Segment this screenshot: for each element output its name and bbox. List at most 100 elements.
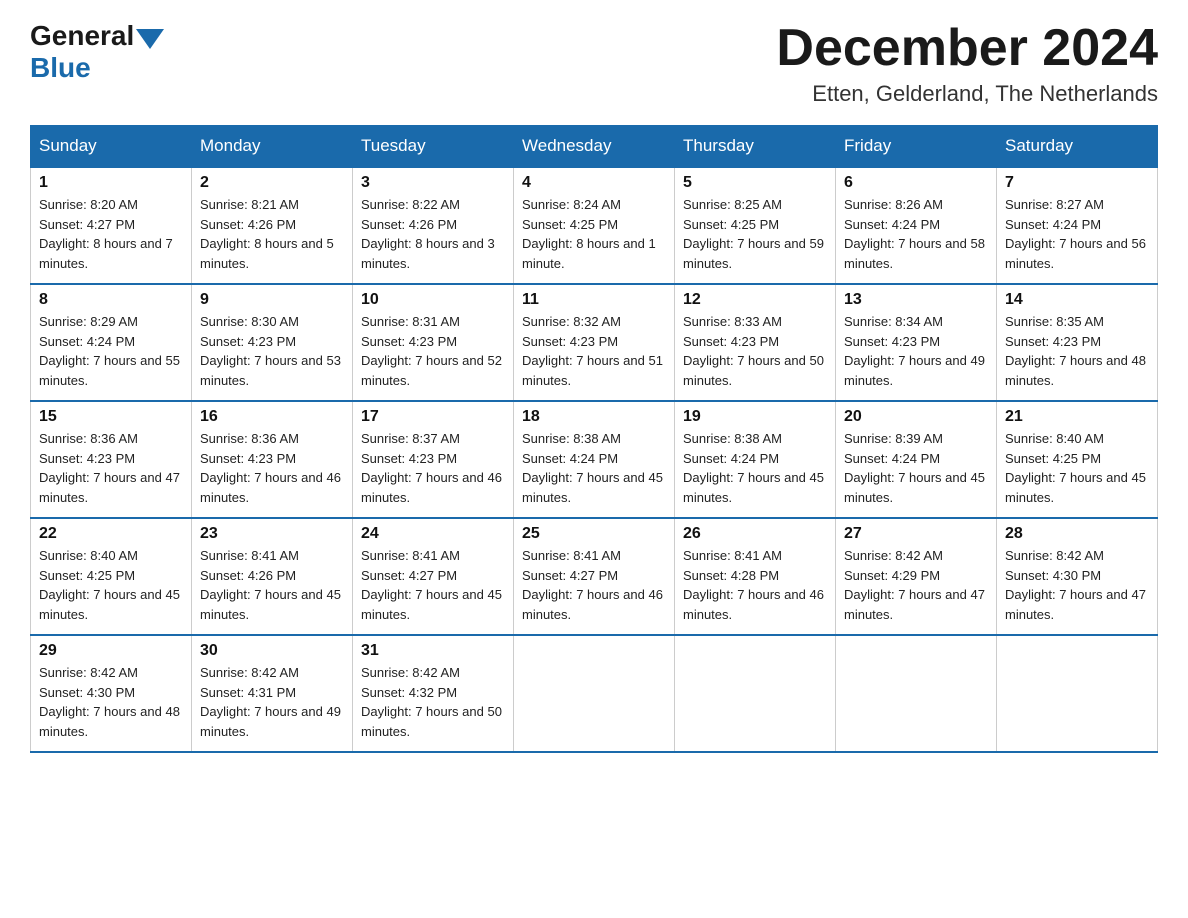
- day-info: Sunrise: 8:38 AMSunset: 4:24 PMDaylight:…: [683, 429, 827, 507]
- day-info: Sunrise: 8:41 AMSunset: 4:27 PMDaylight:…: [361, 546, 505, 624]
- day-number: 29: [39, 642, 183, 660]
- day-number: 21: [1005, 408, 1149, 426]
- day-info: Sunrise: 8:31 AMSunset: 4:23 PMDaylight:…: [361, 312, 505, 390]
- day-number: 18: [522, 408, 666, 426]
- calendar-cell: 9 Sunrise: 8:30 AMSunset: 4:23 PMDayligh…: [192, 284, 353, 401]
- day-number: 27: [844, 525, 988, 543]
- calendar-cell: 20 Sunrise: 8:39 AMSunset: 4:24 PMDaylig…: [836, 401, 997, 518]
- day-number: 26: [683, 525, 827, 543]
- day-number: 25: [522, 525, 666, 543]
- day-number: 2: [200, 174, 344, 192]
- calendar-cell: [836, 635, 997, 752]
- calendar-cell: 3 Sunrise: 8:22 AMSunset: 4:26 PMDayligh…: [353, 167, 514, 284]
- day-info: Sunrise: 8:37 AMSunset: 4:23 PMDaylight:…: [361, 429, 505, 507]
- day-info: Sunrise: 8:41 AMSunset: 4:27 PMDaylight:…: [522, 546, 666, 624]
- calendar-cell: 22 Sunrise: 8:40 AMSunset: 4:25 PMDaylig…: [31, 518, 192, 635]
- logo-arrow-icon: [136, 29, 164, 49]
- calendar-cell: 16 Sunrise: 8:36 AMSunset: 4:23 PMDaylig…: [192, 401, 353, 518]
- day-number: 24: [361, 525, 505, 543]
- day-number: 3: [361, 174, 505, 192]
- calendar-cell: 13 Sunrise: 8:34 AMSunset: 4:23 PMDaylig…: [836, 284, 997, 401]
- title-section: December 2024 Etten, Gelderland, The Net…: [776, 20, 1158, 107]
- day-info: Sunrise: 8:29 AMSunset: 4:24 PMDaylight:…: [39, 312, 183, 390]
- day-info: Sunrise: 8:41 AMSunset: 4:28 PMDaylight:…: [683, 546, 827, 624]
- calendar-cell: 29 Sunrise: 8:42 AMSunset: 4:30 PMDaylig…: [31, 635, 192, 752]
- calendar-cell: 12 Sunrise: 8:33 AMSunset: 4:23 PMDaylig…: [675, 284, 836, 401]
- calendar-week-row: 15 Sunrise: 8:36 AMSunset: 4:23 PMDaylig…: [31, 401, 1158, 518]
- calendar-header-friday: Friday: [836, 126, 997, 168]
- day-number: 19: [683, 408, 827, 426]
- day-number: 9: [200, 291, 344, 309]
- calendar-cell: 18 Sunrise: 8:38 AMSunset: 4:24 PMDaylig…: [514, 401, 675, 518]
- calendar-cell: 14 Sunrise: 8:35 AMSunset: 4:23 PMDaylig…: [997, 284, 1158, 401]
- day-number: 14: [1005, 291, 1149, 309]
- day-info: Sunrise: 8:40 AMSunset: 4:25 PMDaylight:…: [39, 546, 183, 624]
- day-info: Sunrise: 8:21 AMSunset: 4:26 PMDaylight:…: [200, 195, 344, 273]
- logo-general-text: General: [30, 20, 134, 52]
- calendar-cell: [514, 635, 675, 752]
- day-info: Sunrise: 8:42 AMSunset: 4:30 PMDaylight:…: [1005, 546, 1149, 624]
- day-number: 4: [522, 174, 666, 192]
- calendar-cell: 4 Sunrise: 8:24 AMSunset: 4:25 PMDayligh…: [514, 167, 675, 284]
- calendar-cell: [675, 635, 836, 752]
- calendar-table: SundayMondayTuesdayWednesdayThursdayFrid…: [30, 125, 1158, 753]
- calendar-cell: 2 Sunrise: 8:21 AMSunset: 4:26 PMDayligh…: [192, 167, 353, 284]
- calendar-cell: 5 Sunrise: 8:25 AMSunset: 4:25 PMDayligh…: [675, 167, 836, 284]
- calendar-header-row: SundayMondayTuesdayWednesdayThursdayFrid…: [31, 126, 1158, 168]
- calendar-cell: 28 Sunrise: 8:42 AMSunset: 4:30 PMDaylig…: [997, 518, 1158, 635]
- day-number: 13: [844, 291, 988, 309]
- calendar-week-row: 8 Sunrise: 8:29 AMSunset: 4:24 PMDayligh…: [31, 284, 1158, 401]
- day-number: 30: [200, 642, 344, 660]
- calendar-week-row: 22 Sunrise: 8:40 AMSunset: 4:25 PMDaylig…: [31, 518, 1158, 635]
- logo-blue-text: Blue: [30, 52, 91, 84]
- day-number: 12: [683, 291, 827, 309]
- day-info: Sunrise: 8:39 AMSunset: 4:24 PMDaylight:…: [844, 429, 988, 507]
- day-info: Sunrise: 8:36 AMSunset: 4:23 PMDaylight:…: [200, 429, 344, 507]
- main-title: December 2024: [776, 20, 1158, 77]
- day-info: Sunrise: 8:20 AMSunset: 4:27 PMDaylight:…: [39, 195, 183, 273]
- calendar-cell: 7 Sunrise: 8:27 AMSunset: 4:24 PMDayligh…: [997, 167, 1158, 284]
- day-number: 20: [844, 408, 988, 426]
- calendar-cell: [997, 635, 1158, 752]
- calendar-cell: 10 Sunrise: 8:31 AMSunset: 4:23 PMDaylig…: [353, 284, 514, 401]
- day-number: 10: [361, 291, 505, 309]
- calendar-header-saturday: Saturday: [997, 126, 1158, 168]
- day-info: Sunrise: 8:34 AMSunset: 4:23 PMDaylight:…: [844, 312, 988, 390]
- calendar-cell: 8 Sunrise: 8:29 AMSunset: 4:24 PMDayligh…: [31, 284, 192, 401]
- calendar-cell: 24 Sunrise: 8:41 AMSunset: 4:27 PMDaylig…: [353, 518, 514, 635]
- calendar-cell: 27 Sunrise: 8:42 AMSunset: 4:29 PMDaylig…: [836, 518, 997, 635]
- day-info: Sunrise: 8:35 AMSunset: 4:23 PMDaylight:…: [1005, 312, 1149, 390]
- calendar-cell: 6 Sunrise: 8:26 AMSunset: 4:24 PMDayligh…: [836, 167, 997, 284]
- day-number: 28: [1005, 525, 1149, 543]
- calendar-cell: 23 Sunrise: 8:41 AMSunset: 4:26 PMDaylig…: [192, 518, 353, 635]
- day-number: 31: [361, 642, 505, 660]
- day-info: Sunrise: 8:38 AMSunset: 4:24 PMDaylight:…: [522, 429, 666, 507]
- day-info: Sunrise: 8:30 AMSunset: 4:23 PMDaylight:…: [200, 312, 344, 390]
- location-subtitle: Etten, Gelderland, The Netherlands: [776, 81, 1158, 107]
- day-info: Sunrise: 8:27 AMSunset: 4:24 PMDaylight:…: [1005, 195, 1149, 273]
- day-number: 22: [39, 525, 183, 543]
- calendar-cell: 25 Sunrise: 8:41 AMSunset: 4:27 PMDaylig…: [514, 518, 675, 635]
- calendar-header-monday: Monday: [192, 126, 353, 168]
- calendar-cell: 19 Sunrise: 8:38 AMSunset: 4:24 PMDaylig…: [675, 401, 836, 518]
- day-info: Sunrise: 8:42 AMSunset: 4:31 PMDaylight:…: [200, 663, 344, 741]
- logo: General Blue: [30, 20, 166, 84]
- page-header: General Blue December 2024 Etten, Gelder…: [30, 20, 1158, 107]
- calendar-cell: 11 Sunrise: 8:32 AMSunset: 4:23 PMDaylig…: [514, 284, 675, 401]
- day-number: 15: [39, 408, 183, 426]
- calendar-cell: 17 Sunrise: 8:37 AMSunset: 4:23 PMDaylig…: [353, 401, 514, 518]
- day-info: Sunrise: 8:22 AMSunset: 4:26 PMDaylight:…: [361, 195, 505, 273]
- calendar-header-sunday: Sunday: [31, 126, 192, 168]
- calendar-cell: 26 Sunrise: 8:41 AMSunset: 4:28 PMDaylig…: [675, 518, 836, 635]
- day-info: Sunrise: 8:33 AMSunset: 4:23 PMDaylight:…: [683, 312, 827, 390]
- day-info: Sunrise: 8:41 AMSunset: 4:26 PMDaylight:…: [200, 546, 344, 624]
- calendar-cell: 31 Sunrise: 8:42 AMSunset: 4:32 PMDaylig…: [353, 635, 514, 752]
- day-number: 23: [200, 525, 344, 543]
- day-number: 11: [522, 291, 666, 309]
- calendar-header-tuesday: Tuesday: [353, 126, 514, 168]
- calendar-week-row: 29 Sunrise: 8:42 AMSunset: 4:30 PMDaylig…: [31, 635, 1158, 752]
- day-number: 16: [200, 408, 344, 426]
- day-number: 8: [39, 291, 183, 309]
- calendar-cell: 21 Sunrise: 8:40 AMSunset: 4:25 PMDaylig…: [997, 401, 1158, 518]
- calendar-cell: 1 Sunrise: 8:20 AMSunset: 4:27 PMDayligh…: [31, 167, 192, 284]
